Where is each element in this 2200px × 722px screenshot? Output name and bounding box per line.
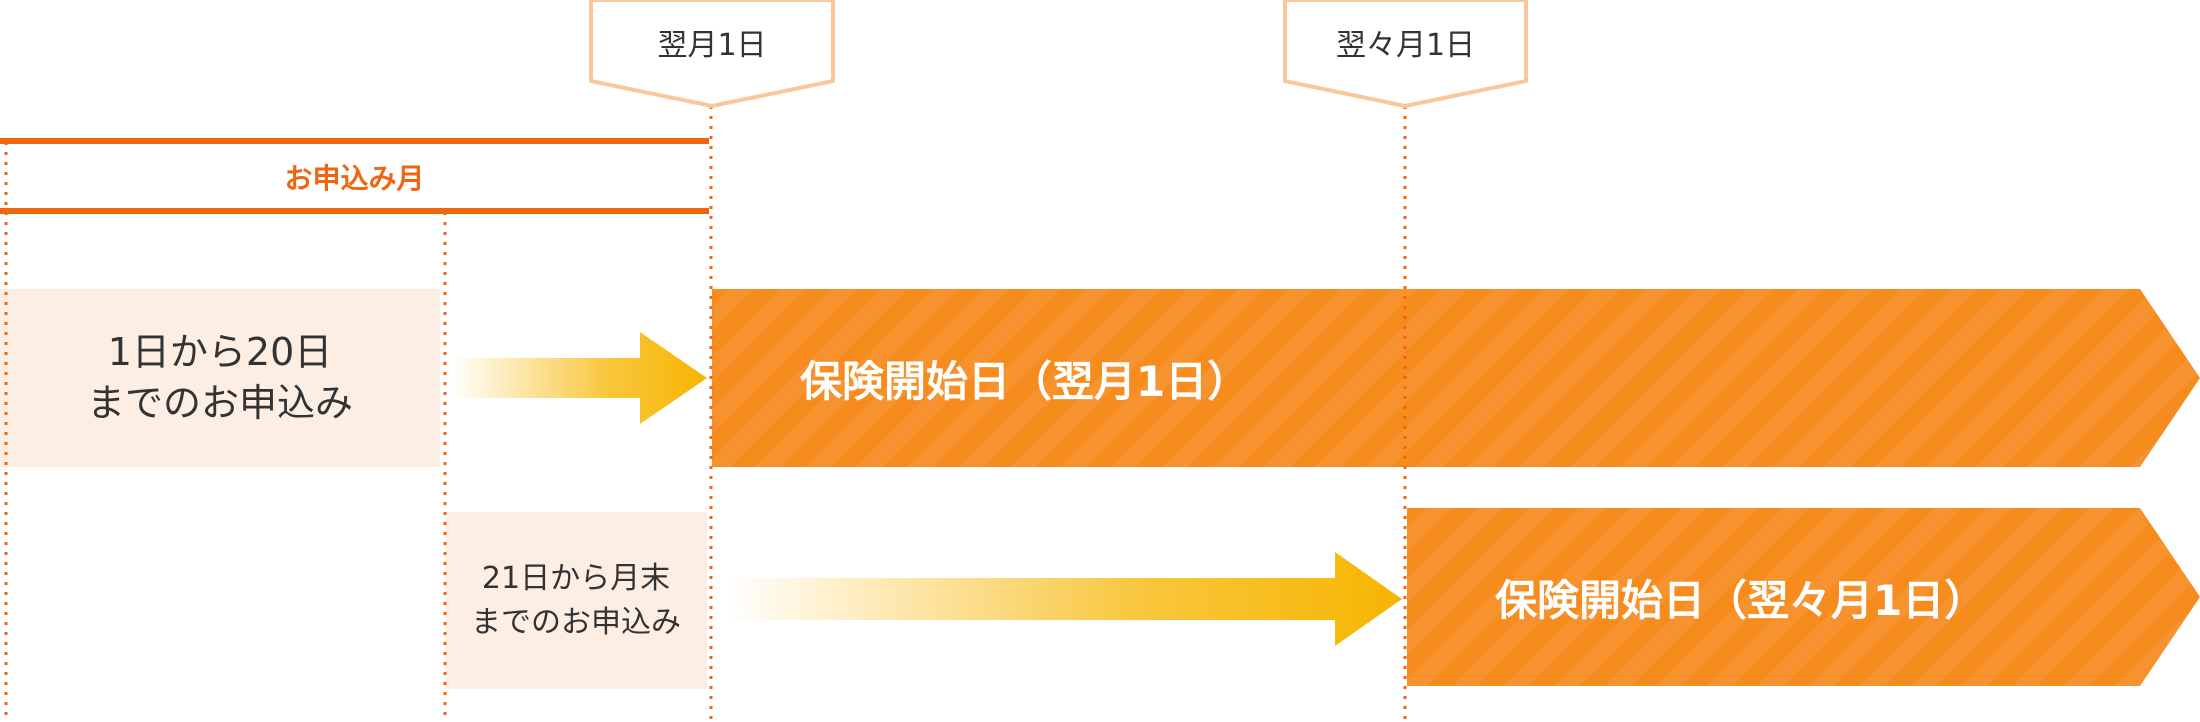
marker-month-after-next-label: 翌々月1日 — [1335, 28, 1476, 63]
arrow-late — [725, 552, 1402, 646]
case-late-line2: までのお申込み — [471, 604, 681, 640]
result-early-label: 保険開始日（翌月1日） — [800, 356, 1250, 406]
result-late-label: 保険開始日（翌々月1日） — [1495, 575, 1987, 625]
case-late-line1: 21日から月末 — [481, 561, 671, 596]
arrow-early — [452, 332, 707, 424]
marker-next-month-label: 翌月1日 — [657, 28, 767, 63]
case-early-line1: 1日から20日 — [107, 329, 333, 374]
case-late-text: 21日から月末 までのお申込み — [445, 512, 707, 689]
case-early-text: 1日から20日 までのお申込み — [0, 289, 440, 467]
insurance-start-date-diagram: 翌月1日 翌々月1日 お申込み月 1日から20日 までのお申込み 21日から月末… — [0, 0, 2200, 722]
application-month-label: お申込み月 — [284, 162, 425, 195]
case-early-line2: までのお申込み — [86, 381, 353, 425]
